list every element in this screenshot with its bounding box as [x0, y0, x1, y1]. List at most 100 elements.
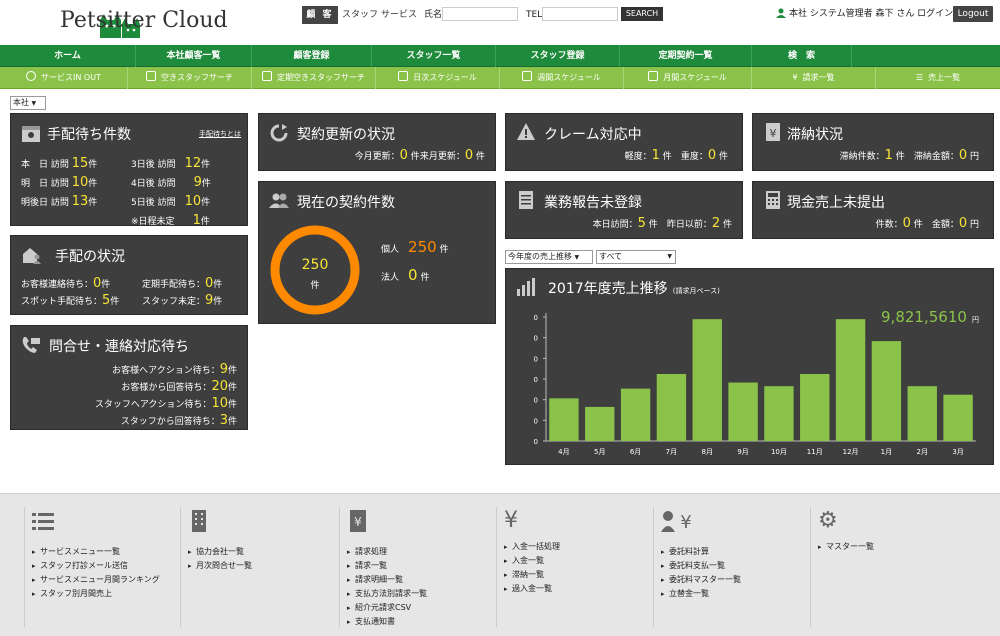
- subnav-weekly-schedule[interactable]: 週間スケジュール: [500, 67, 624, 89]
- row: 3日後 訪問 12件: [131, 156, 211, 171]
- panel-inquiries: 問合せ・連絡対応待ち お客様へアクション待ち：9件 お客様から回答待ち：20件 …: [10, 325, 248, 430]
- x-tick-label: 12月: [843, 448, 859, 456]
- footer-link[interactable]: サービスメニュー月間ランキング: [32, 573, 172, 587]
- panel-sales-chart: 2017年度売上推移 (請求月ベース) 9,821,5610 円 0000000…: [505, 268, 994, 465]
- y-tick-label: 0: [534, 335, 538, 343]
- segment-customer[interactable]: 顧 客: [302, 6, 338, 24]
- row: スポット手配待ち：5件: [21, 293, 120, 308]
- search-button[interactable]: SEARCH: [621, 7, 663, 21]
- footer-link[interactable]: 委託料計算: [661, 545, 801, 559]
- x-tick-label: 2月: [917, 448, 928, 456]
- tel-input[interactable]: [542, 7, 618, 21]
- bar-chart: 0 0 0 0 0 0 0 4月 5月 6月 7月 8月 9月 10月 11月 12月 1月 2月 3月: [534, 313, 976, 456]
- subnav-sales[interactable]: ☰ 売上一覧: [876, 67, 1000, 89]
- footer-link[interactable]: 月次問合せ一覧: [188, 559, 328, 573]
- footer-link[interactable]: スタッフ別月間売上: [32, 587, 172, 601]
- yen-document-icon: ¥: [350, 510, 366, 532]
- bar: [835, 319, 866, 441]
- users-icon: [269, 193, 289, 208]
- nav-contracts[interactable]: 定期契約一覧: [620, 45, 752, 67]
- footer-link[interactable]: マスター一覧: [818, 540, 958, 554]
- y-tick-label: 0: [534, 355, 538, 363]
- footer-col-billing: ¥ 請求処理 請求一覧 請求明細一覧 支払方法別請求一覧 紹介元請求CSV 支払…: [347, 510, 487, 629]
- calendar-icon: [398, 71, 409, 81]
- bar: [871, 341, 902, 441]
- panel-work-report: 業務報告未登録 本日訪問：5 件 昨日以前：2 件: [505, 181, 743, 239]
- renewal-row: 今月更新：0 件来月更新：0 件: [354, 148, 485, 163]
- name-input[interactable]: [442, 7, 518, 21]
- footer-col-commission: ¥ 委託料計算 委託料支払一覧 委託料マスター一覧 立替金一覧: [661, 510, 801, 601]
- x-tick-label: 6月: [630, 448, 641, 456]
- subnav-regular-free-staff[interactable]: 定期空きスタッフサーチ: [252, 67, 376, 89]
- inquiry-rows: お客様へアクション待ち：9件 お客様から回答待ち：20件 スタッフへアクション待…: [95, 362, 237, 430]
- tel-label: TEL: [526, 10, 543, 20]
- panel-arrears: ¥ 滞納状況 滞納件数：1 件 滞納金額：0 円: [752, 113, 994, 171]
- nav-staff-list[interactable]: スタッフ一覧: [372, 45, 496, 67]
- yen-document-icon: ¥: [766, 123, 780, 141]
- right-rows: 3日後 訪問 12件 4日後 訪問 9件 5日後 訪問 10件 ※日程未定 1件: [131, 155, 211, 231]
- footer-link[interactable]: 支払通知書: [347, 615, 487, 629]
- segment-staff[interactable]: スタッフ: [342, 6, 378, 24]
- bar: [800, 374, 830, 441]
- footer-col-payments: ¥ 入金一括処理 入金一覧 滞納一覧 過入金一覧: [504, 510, 644, 597]
- footer-link[interactable]: 過入金一覧: [504, 582, 644, 596]
- chart-filter-select[interactable]: すべて ▼: [596, 250, 676, 264]
- footer-link[interactable]: 委託料支払一覧: [661, 559, 801, 573]
- left-rows: 本 日 訪問 15件 明 日 訪問 10件 明後日 訪問 13件: [21, 155, 97, 212]
- panel-title: 契約更新の状況: [297, 127, 395, 143]
- warning-icon: [517, 123, 535, 140]
- calendar-icon: [262, 71, 272, 81]
- footer-link[interactable]: 滞納一覧: [504, 568, 644, 582]
- panel-title: 手配待ち件数: [47, 127, 131, 143]
- claim-row: 軽度：1 件 重度：0 件: [624, 148, 728, 163]
- footer-link[interactable]: 紹介元請求CSV: [347, 601, 487, 615]
- nav-search[interactable]: 検 索: [752, 45, 852, 67]
- subnav-monthly-schedule[interactable]: 月間スケジュール: [624, 67, 752, 89]
- panel-title: 業務報告未登録: [544, 195, 642, 211]
- cash-row: 件数：0 件 金額：0 円: [875, 216, 979, 231]
- subnav-service-inout[interactable]: サービスIN OUT: [0, 67, 128, 89]
- panel-title: 問合せ・連絡対応待ち: [49, 339, 189, 355]
- divider: [339, 507, 340, 627]
- footer-link[interactable]: スタッフ打診メール送信: [32, 559, 172, 573]
- chart-period-select[interactable]: 今年度の売上推移 ▼: [505, 250, 593, 264]
- list-icon: [32, 513, 54, 530]
- footer-link[interactable]: 立替金一覧: [661, 587, 801, 601]
- y-tick-label: 0: [534, 314, 538, 322]
- house-person-icon: [23, 248, 41, 264]
- clock-icon: [26, 71, 37, 81]
- footer-link[interactable]: 請求処理: [347, 545, 487, 559]
- subnav-daily-schedule[interactable]: 日次スケジュール: [376, 67, 500, 89]
- calendar-person-icon: [22, 126, 40, 142]
- refresh-icon: [270, 124, 288, 142]
- calendar-icon: [648, 71, 659, 81]
- row: 明 日 訪問 10件: [21, 175, 98, 190]
- branch-select[interactable]: 本社 ▼: [10, 96, 46, 110]
- x-tick-label: 10月: [771, 448, 787, 456]
- footer-link[interactable]: 支払方法別請求一覧: [347, 587, 487, 601]
- footer-link[interactable]: 請求明細一覧: [347, 573, 487, 587]
- bar: [656, 374, 687, 441]
- bar: [943, 394, 973, 441]
- footer-link[interactable]: 請求一覧: [347, 559, 487, 573]
- x-tick-label: 5月: [594, 448, 605, 456]
- divider: [24, 507, 25, 627]
- nav-staff-register[interactable]: スタッフ登録: [496, 45, 620, 67]
- footer-link[interactable]: 入金一括処理: [504, 540, 644, 554]
- footer-link[interactable]: 委託料マスター一覧: [661, 573, 801, 587]
- nav-hq-customers[interactable]: 本社顧客一覧: [136, 45, 252, 67]
- subnav-invoices[interactable]: ¥ 請求一覧: [752, 67, 876, 89]
- bar: [620, 388, 651, 441]
- nav-customer-register[interactable]: 顧客登録: [252, 45, 372, 67]
- dropdown-arrow-icon: ▼: [574, 254, 580, 261]
- footer-link[interactable]: サービスメニュー一覧: [32, 545, 172, 559]
- phone-mail-icon: [22, 337, 40, 353]
- nav-home[interactable]: ホーム: [0, 45, 136, 67]
- segment-service[interactable]: サービス: [381, 6, 417, 24]
- subnav-free-staff[interactable]: 空きスタッフサーチ: [128, 67, 252, 89]
- panel-title: 滞納状況: [787, 127, 843, 143]
- help-link[interactable]: 手配待ちとは: [199, 129, 241, 139]
- footer-link[interactable]: 入金一覧: [504, 554, 644, 568]
- footer-link[interactable]: 協力会社一覧: [188, 545, 328, 559]
- logout-button[interactable]: Logout: [953, 6, 993, 22]
